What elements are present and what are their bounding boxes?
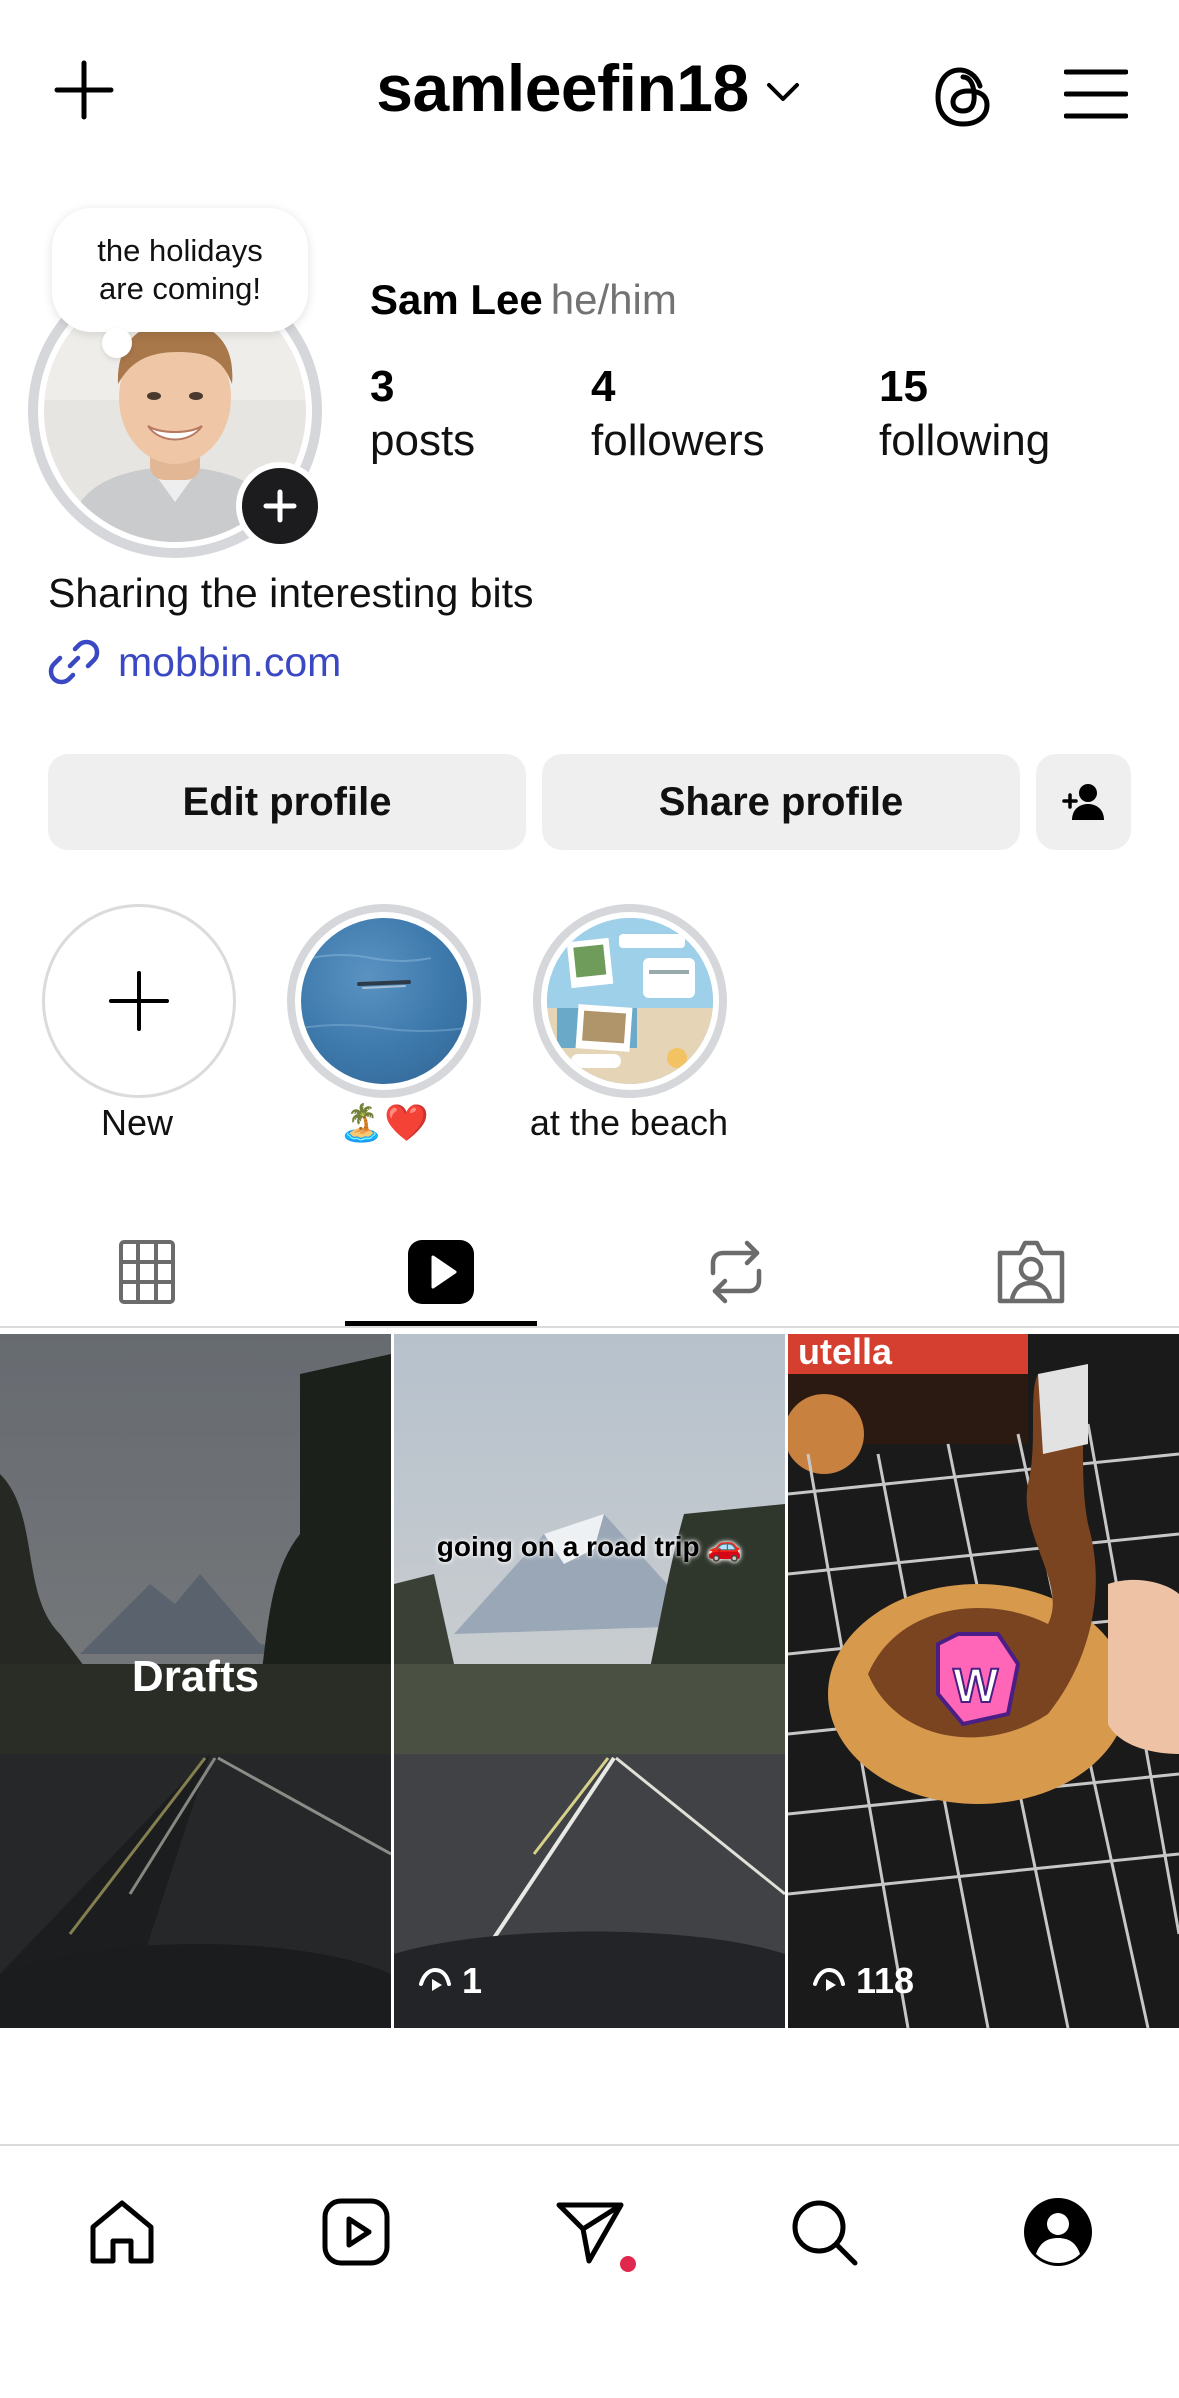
highlight-label: at the beach [529, 1102, 729, 1143]
highlight-vacation[interactable] [287, 904, 481, 1098]
reel-tile-drafts[interactable]: Drafts [0, 1334, 391, 2028]
stat-posts[interactable]: 3 posts [370, 360, 475, 468]
add-person-icon [1061, 784, 1104, 820]
share-profile-label: Share profile [658, 779, 904, 824]
note-text: the holidays are coming! [97, 233, 263, 306]
threads-icon [935, 67, 990, 127]
reel-thumbnail: utella W [788, 1334, 1179, 2028]
add-story-button[interactable] [236, 462, 324, 550]
reels-icon [408, 1240, 474, 1304]
stat-number: 4 [591, 362, 616, 411]
pronouns: he/him [550, 276, 677, 323]
tab-tagged[interactable] [884, 1220, 1178, 1324]
view-count: 118 [812, 1960, 914, 2002]
chevron-down-icon [766, 83, 799, 101]
username: samleefin18 [376, 51, 749, 125]
stat-followers[interactable]: 4 followers [591, 360, 765, 468]
stat-number: 15 [879, 362, 928, 411]
reel-caption: going on a road trip 🚗 [436, 1531, 743, 1562]
tab-grid[interactable] [0, 1220, 294, 1324]
stat-following[interactable]: 15 following [879, 360, 1050, 468]
stat-number: 3 [370, 362, 395, 411]
add-icon [109, 971, 169, 1031]
notification-dot [620, 2256, 636, 2272]
share-profile-button[interactable]: Share profile [542, 754, 1020, 850]
reels-icon [322, 2198, 390, 2266]
nav-search[interactable] [764, 2180, 884, 2284]
link-icon [48, 639, 100, 685]
edit-profile-label: Edit profile [182, 779, 392, 824]
svg-text:utella: utella [798, 1334, 893, 1372]
search-icon [792, 2200, 858, 2266]
play-count-icon [419, 1967, 451, 1991]
discover-people-button[interactable] [1036, 754, 1131, 850]
add-icon [263, 489, 297, 523]
view-count-text: 1 [462, 1960, 483, 2001]
nav-reels[interactable] [296, 2180, 416, 2284]
home-icon [90, 2200, 154, 2264]
name-line: Sam Lee he/him [370, 276, 677, 324]
reel-thumbnail [394, 1334, 785, 2028]
tab-reposts[interactable] [589, 1220, 883, 1324]
highlight-at-the-beach[interactable] [533, 904, 727, 1098]
profile-icon [1024, 2198, 1092, 2266]
stat-label: posts [370, 416, 476, 465]
stat-label: following [879, 416, 1051, 465]
display-name: Sam Lee [370, 276, 543, 323]
view-count: 1 [418, 1960, 482, 2002]
bottom-nav [0, 2144, 1179, 2398]
tab-reels[interactable] [294, 1220, 588, 1324]
drafts-label: Drafts [131, 1652, 260, 1701]
edit-profile-button[interactable]: Edit profile [48, 754, 526, 850]
menu-button[interactable] [1054, 52, 1138, 136]
tab-divider [0, 1326, 1179, 1328]
note-bubble-tail [102, 328, 132, 358]
bio: Sharing the interesting bits [48, 570, 534, 616]
reel-tile[interactable]: utella W 118 [788, 1334, 1179, 2028]
highlight-new[interactable] [42, 904, 236, 1098]
highlight-label: 🏝️❤️ [339, 1102, 429, 1143]
nav-home[interactable] [62, 2180, 182, 2284]
hamburger-menu-icon [1064, 69, 1128, 119]
stat-label: followers [591, 416, 765, 465]
play-count-icon [813, 1967, 845, 1991]
tagged-icon [997, 1240, 1065, 1304]
view-count-text: 118 [856, 1960, 915, 2001]
reel-tile[interactable]: going on a road trip 🚗 1 [394, 1334, 785, 2028]
nav-profile[interactable] [998, 2180, 1118, 2284]
threads-button[interactable] [918, 52, 1008, 142]
nav-messages[interactable] [530, 2180, 650, 2284]
messages-icon [556, 2202, 624, 2264]
profile-link[interactable]: mobbin.com [48, 636, 341, 688]
note-bubble[interactable]: the holidays are coming! [52, 208, 308, 332]
link-text: mobbin.com [118, 638, 342, 685]
highlight-label: New [100, 1102, 174, 1143]
svg-text:W: W [953, 1660, 999, 1713]
reposts-icon [710, 1240, 762, 1304]
grid-icon [119, 1240, 175, 1304]
